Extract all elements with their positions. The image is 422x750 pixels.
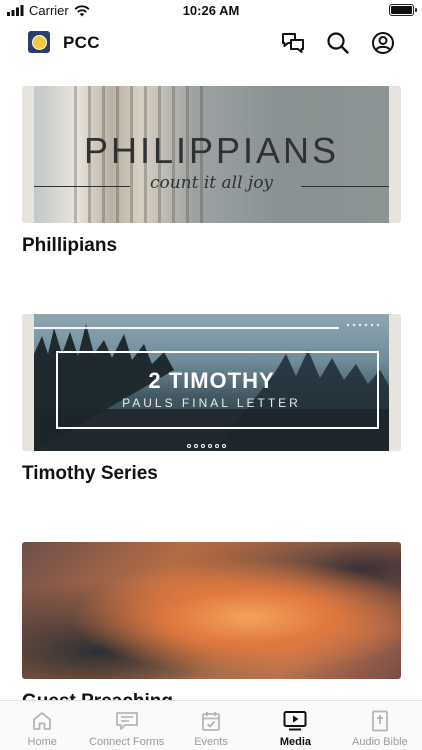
search-icon <box>327 32 349 54</box>
media-title: Guest Preaching <box>22 691 401 700</box>
status-time: 10:26 AM <box>182 3 240 18</box>
media-thumbnail[interactable]: PHILIPPIANS count it all joy <box>22 86 401 223</box>
status-bar: Carrier 10:26 AM <box>0 0 422 22</box>
thumbnail-title: 2 TIMOTHY <box>148 368 275 393</box>
nav-label: Connect Forms <box>89 736 165 748</box>
media-card-timothy-series[interactable]: 2 TIMOTHY PAULS FINAL LETTER Timothy Ser… <box>22 314 401 485</box>
profile-button[interactable] <box>370 30 396 56</box>
nav-label: Audio Bible <box>352 736 408 748</box>
nav-item-media[interactable]: Media <box>253 701 337 750</box>
bible-icon <box>371 710 388 732</box>
media-thumbnail[interactable] <box>22 542 401 679</box>
nav-label: Media <box>279 736 312 748</box>
nav-item-events[interactable]: Events <box>169 701 253 750</box>
app-header: PCC <box>0 24 422 64</box>
calendar-icon <box>202 712 220 731</box>
thumbnail-subtitle: PAULS FINAL LETTER <box>122 396 301 410</box>
account-icon <box>372 32 394 54</box>
nav-label: Home <box>27 736 57 748</box>
chat-icon <box>282 33 304 53</box>
media-title: Timothy Series <box>22 463 158 484</box>
media-card-guest-preaching[interactable]: Guest Preaching <box>22 542 401 700</box>
nav-item-connect-forms[interactable]: Connect Forms <box>84 701 168 750</box>
search-button[interactable] <box>325 30 351 56</box>
app-title: PCC <box>63 33 100 52</box>
nav-label: Events <box>194 736 228 748</box>
media-card-phillipians[interactable]: PHILIPPIANS count it all joy Phillipians <box>22 86 401 257</box>
thumbnail-title: PHILIPPIANS <box>83 130 340 171</box>
nav-item-audio-bible[interactable]: Audio Bible <box>338 701 422 750</box>
battery-icon <box>389 4 417 16</box>
media-title: Phillipians <box>22 235 118 256</box>
play-icon <box>283 711 307 731</box>
home-icon <box>33 712 52 730</box>
form-icon <box>115 712 138 730</box>
bottom-nav: Home Connect Forms Events Media Audio Bi… <box>0 700 422 750</box>
thumbnail-subtitle: count it all joy <box>149 173 274 193</box>
media-list[interactable]: PHILIPPIANS count it all joy Phillipians… <box>0 86 422 700</box>
media-thumbnail[interactable]: 2 TIMOTHY PAULS FINAL LETTER <box>22 314 401 451</box>
church-logo <box>28 31 50 53</box>
nav-item-home[interactable]: Home <box>0 701 84 750</box>
messages-button[interactable] <box>280 30 306 56</box>
